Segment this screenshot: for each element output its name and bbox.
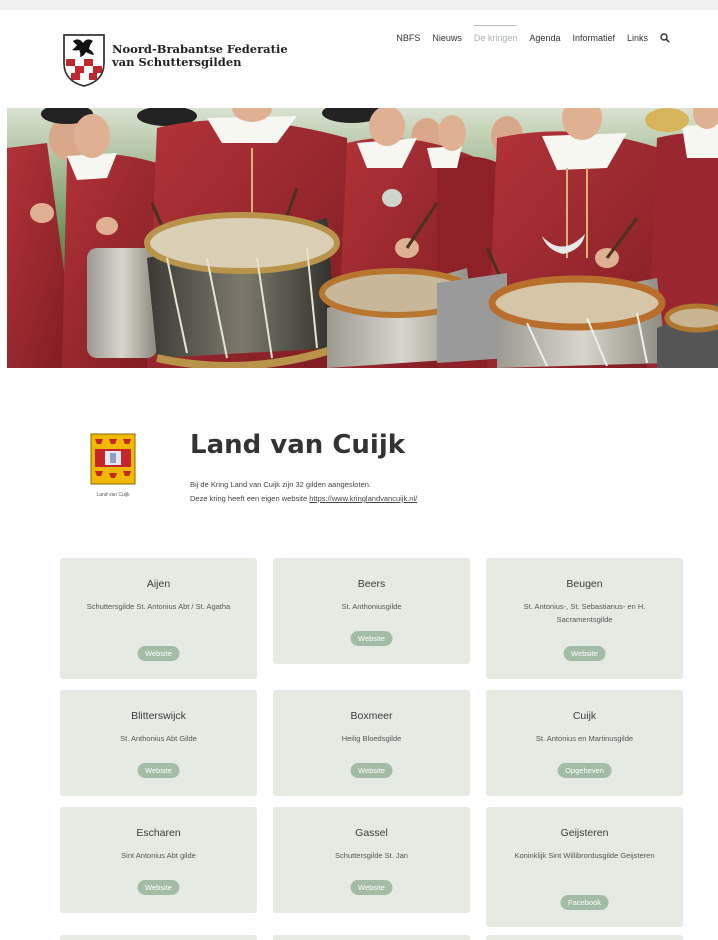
guild-card: Beugen St. Antonius-, St. Sebastianus- e… bbox=[486, 558, 683, 679]
nav-item-de-kringen[interactable]: De kringen bbox=[473, 25, 517, 43]
district-coat-of-arms-icon bbox=[90, 433, 136, 485]
site-name-line2: van Schuttersgilden bbox=[112, 55, 242, 69]
guild-name: Sint Antonius Abt gilde bbox=[121, 851, 196, 860]
guild-card: Escharen Sint Antonius Abt gilde Website bbox=[60, 807, 257, 913]
guild-place: Geijsteren bbox=[560, 827, 609, 839]
federation-crest-icon[interactable] bbox=[62, 33, 106, 87]
guild-card-partial bbox=[273, 935, 470, 940]
district-website-prefix: Deze kring heeft een eigen website bbox=[190, 494, 310, 503]
guild-facebook-button[interactable]: Facebook bbox=[560, 895, 609, 910]
guild-name: St. Antonius en Martinusgilde bbox=[535, 734, 634, 743]
guild-website-button[interactable]: Website bbox=[137, 880, 180, 895]
guild-name: Koninklijk Sint Willibrordusgilde Geijst… bbox=[514, 851, 655, 860]
main-nav: NBFS Nieuws De kringen Agenda Informatie… bbox=[396, 25, 670, 43]
guild-card: Cuijk St. Antonius en Martinusgilde Opge… bbox=[486, 690, 683, 796]
guild-name: Schuttersgilde St. Jan bbox=[335, 851, 408, 860]
district-description: Bij de Kring Land van Cuijk zijn 32 gild… bbox=[190, 478, 417, 506]
district-logo-caption: Land van Cuijk bbox=[96, 492, 130, 498]
guild-card: Blitterswijck St. Anthonius Abt Gilde We… bbox=[60, 690, 257, 796]
guild-name: St. Anthonius Abt Gilde bbox=[120, 734, 197, 743]
guild-place: Escharen bbox=[136, 827, 181, 839]
nav-item-agenda[interactable]: Agenda bbox=[529, 33, 560, 43]
guild-place: Boxmeer bbox=[350, 710, 393, 722]
nav-item-nbfs[interactable]: NBFS bbox=[396, 33, 420, 43]
guild-place: Beers bbox=[357, 578, 386, 590]
nav-item-nieuws[interactable]: Nieuws bbox=[432, 33, 462, 43]
guild-website-button[interactable]: Website bbox=[563, 646, 606, 661]
guild-card: Geijsteren Koninklijk Sint Willibrordusg… bbox=[486, 807, 683, 927]
top-strip bbox=[0, 0, 718, 10]
guild-name: Schuttersgilde St. Antonius Abt / St. Ag… bbox=[86, 602, 231, 611]
nav-item-links[interactable]: Links bbox=[627, 33, 648, 43]
district-guild-count-text: Bij de Kring Land van Cuijk zijn 32 gild… bbox=[190, 480, 371, 489]
guild-name: St. Antonius-, St. Sebastianus- en H. Sa… bbox=[523, 602, 646, 624]
guild-website-button[interactable]: Website bbox=[350, 763, 393, 778]
guild-name: Heilig Bloedsgilde bbox=[341, 734, 402, 743]
guild-status-button[interactable]: Opgeheven bbox=[557, 763, 612, 778]
guild-place: Aijen bbox=[146, 578, 171, 590]
guild-card-partial bbox=[60, 935, 257, 940]
district-title: Land van Cuijk bbox=[190, 430, 406, 460]
guild-place: Beugen bbox=[566, 578, 603, 590]
guild-card: Aijen Schuttersgilde St. Antonius Abt / … bbox=[60, 558, 257, 679]
district-website-link[interactable]: https://www.kringlandvancuijk.nl/ bbox=[309, 494, 417, 503]
guild-card-partial bbox=[486, 935, 683, 940]
search-icon[interactable] bbox=[660, 33, 670, 43]
district-website-line: Deze kring heeft een eigen website https… bbox=[190, 492, 417, 506]
guild-website-button[interactable]: Website bbox=[350, 631, 393, 646]
guild-website-button[interactable]: Website bbox=[350, 880, 393, 895]
guild-website-button[interactable]: Website bbox=[137, 763, 180, 778]
guild-place: Blitterswijck bbox=[131, 710, 186, 722]
guild-card: Boxmeer Heilig Bloedsgilde Website bbox=[273, 690, 470, 796]
guild-name: St. Anthoniusgilde bbox=[341, 602, 402, 611]
guild-card: Beers St. Anthoniusgilde Website bbox=[273, 558, 470, 664]
guild-place: Cuijk bbox=[572, 710, 597, 722]
site-header: Noord-Brabantse Federatie van Schuttersg… bbox=[0, 10, 718, 108]
site-name[interactable]: Noord-Brabantse Federatie van Schuttersg… bbox=[112, 43, 288, 69]
guild-website-button[interactable]: Website bbox=[137, 646, 180, 661]
guild-card: Gassel Schuttersgilde St. Jan Website bbox=[273, 807, 470, 913]
hero-image-drummers bbox=[7, 108, 718, 368]
guild-place: Gassel bbox=[355, 827, 388, 839]
nav-item-informatief[interactable]: Informatief bbox=[572, 33, 615, 43]
